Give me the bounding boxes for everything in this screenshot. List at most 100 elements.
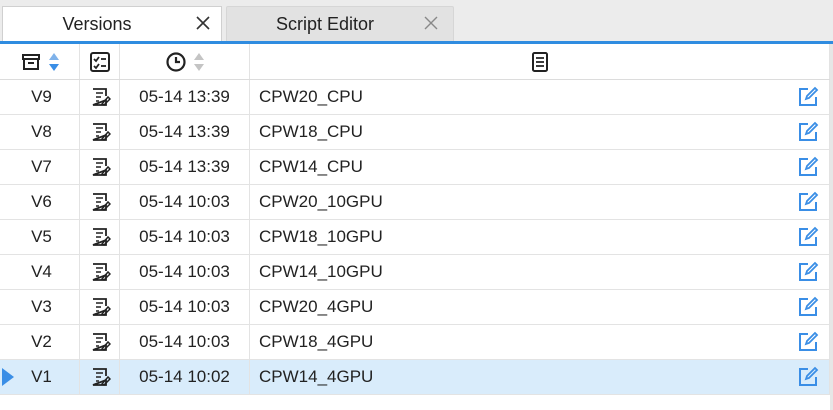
status-cell [80,115,120,149]
table-row[interactable]: V8 05-14 13:39 CPW18_CPU [0,115,833,150]
version-name: CPW20_4GPU [259,297,374,316]
note-edit-icon[interactable] [89,261,111,283]
edit-icon[interactable] [797,156,819,178]
version-icon [21,53,40,70]
time-cell: 05-14 10:03 [120,325,250,359]
note-edit-icon[interactable] [89,156,111,178]
sort-icon[interactable] [48,51,60,73]
time-cell: 05-14 13:39 [120,80,250,114]
note-edit-icon[interactable] [89,191,111,213]
status-cell [80,220,120,254]
name-cell: CPW18_10GPU [250,220,830,254]
status-cell [80,150,120,184]
table-row[interactable]: V7 05-14 13:39 CPW14_CPU [0,150,833,185]
table-row[interactable]: V6 05-14 10:03 CPW20_10GPU [0,185,833,220]
version-label: V9 [31,87,52,106]
version-label: V3 [31,297,52,316]
status-cell [80,255,120,289]
version-name: CPW18_CPU [259,122,363,141]
table-row[interactable]: V5 05-14 10:03 CPW18_10GPU [0,220,833,255]
version-label: V4 [31,262,52,281]
status-cell [80,290,120,324]
version-cell: V6 [0,185,80,219]
note-edit-icon[interactable] [89,121,111,143]
time-cell: 05-14 10:03 [120,220,250,254]
column-header-version[interactable] [0,44,80,79]
note-edit-icon[interactable] [89,226,111,248]
name-cell: CPW14_10GPU [250,255,830,289]
version-label: V8 [31,122,52,141]
name-cell: CPW20_10GPU [250,185,830,219]
name-cell: CPW14_4GPU [250,360,830,394]
note-edit-icon[interactable] [89,296,111,318]
edit-icon[interactable] [797,366,819,388]
column-header-name[interactable] [250,44,830,79]
column-header-status[interactable] [80,44,120,79]
status-cell [80,360,120,394]
name-cell: CPW14_CPU [250,150,830,184]
tab-script-editor[interactable]: Script Editor [226,6,454,41]
note-edit-icon[interactable] [89,86,111,108]
edit-icon[interactable] [797,296,819,318]
name-cell: CPW20_CPU [250,80,830,114]
time-cell: 05-14 13:39 [120,150,250,184]
sort-icon[interactable] [193,51,205,73]
edit-icon[interactable] [797,191,819,213]
tab-label: Versions [62,13,132,34]
version-cell: V2 [0,325,80,359]
version-name: CPW18_4GPU [259,332,374,351]
name-cell: CPW20_4GPU [250,290,830,324]
close-icon[interactable] [421,13,441,33]
version-label: V2 [31,332,52,351]
clock-icon [165,51,186,72]
close-icon[interactable] [193,13,213,33]
edit-icon[interactable] [797,331,819,353]
version-cell: V3 [0,290,80,324]
version-name: CPW20_CPU [259,87,363,106]
time-cell: 05-14 13:39 [120,115,250,149]
version-name: CPW18_10GPU [259,227,383,246]
time-cell: 05-14 10:02 [120,360,250,394]
table-row[interactable]: V1 05-14 10:02 CPW14_4GPU [0,360,833,395]
status-cell [80,325,120,359]
table-row[interactable]: V9 05-14 13:39 CPW20_CPU [0,80,833,115]
column-header-time[interactable] [120,44,250,79]
time-cell: 05-14 10:03 [120,255,250,289]
document-icon [531,51,548,72]
tab-label: Script Editor [275,13,375,34]
table-row[interactable]: V4 05-14 10:03 CPW14_10GPU [0,255,833,290]
tab-versions[interactable]: Versions [2,6,222,41]
version-label: V6 [31,192,52,211]
name-cell: CPW18_4GPU [250,325,830,359]
table-row[interactable]: V2 05-14 10:03 CPW18_4GPU [0,325,833,360]
version-cell: V8 [0,115,80,149]
edit-icon[interactable] [797,121,819,143]
status-cell [80,80,120,114]
current-row-marker [2,368,14,386]
edit-icon[interactable] [797,86,819,108]
version-name: CPW14_4GPU [259,367,374,386]
version-cell: V4 [0,255,80,289]
version-label: V5 [31,227,52,246]
time-cell: 05-14 10:03 [120,185,250,219]
note-edit-icon[interactable] [89,331,111,353]
time-cell: 05-14 10:03 [120,290,250,324]
status-cell [80,185,120,219]
version-cell: V5 [0,220,80,254]
versions-table: V9 05-14 13:39 CPW20_CPU V8 05-14 13:39 … [0,44,833,395]
version-name: CPW14_10GPU [259,262,383,281]
version-cell: V7 [0,150,80,184]
version-name: CPW20_10GPU [259,192,383,211]
version-label: V7 [31,157,52,176]
edit-icon[interactable] [797,226,819,248]
checklist-icon [89,51,110,72]
edit-icon[interactable] [797,261,819,283]
note-edit-icon[interactable] [89,366,111,388]
table-row[interactable]: V3 05-14 10:03 CPW20_4GPU [0,290,833,325]
version-cell: V9 [0,80,80,114]
version-name: CPW14_CPU [259,157,363,176]
table-header [0,44,833,80]
version-label: V1 [31,367,52,386]
tab-bar: Versions Script Editor [0,0,833,44]
name-cell: CPW18_CPU [250,115,830,149]
